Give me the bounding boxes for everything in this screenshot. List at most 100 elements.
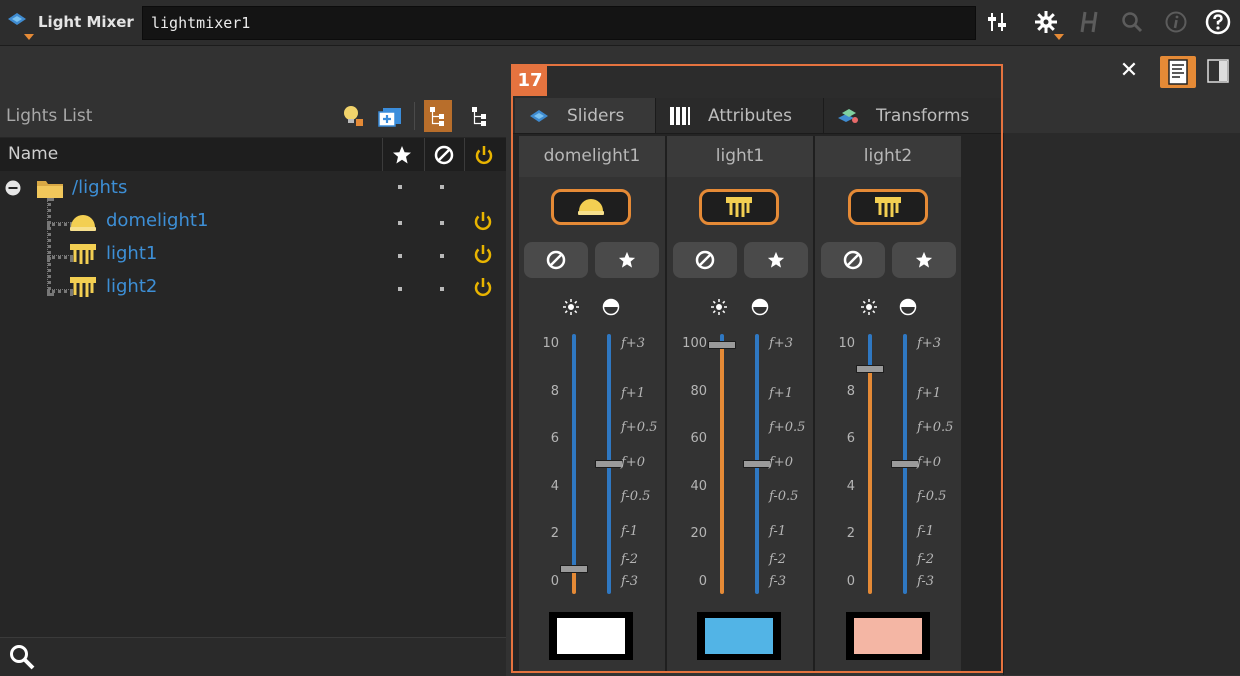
exposure-slider-handle[interactable] <box>743 460 771 468</box>
color-swatch-button[interactable] <box>549 612 633 660</box>
collapse-toggle-icon[interactable] <box>5 180 21 200</box>
gear-icon[interactable] <box>1032 8 1060 36</box>
solo-button[interactable] <box>595 242 659 278</box>
tree-label-domelight1[interactable]: domelight1 <box>106 210 208 231</box>
intensity-slider-fill[interactable] <box>868 367 872 594</box>
intensity-slider-handle[interactable] <box>560 564 588 573</box>
tab-label: Sliders <box>567 105 625 126</box>
solo-dot[interactable] <box>398 185 402 189</box>
exposure-tick-label: f-2 <box>917 552 935 567</box>
exposure-icon <box>898 297 918 317</box>
parameters-icon[interactable] <box>984 8 1012 36</box>
tab-attributes[interactable]: Attributes <box>655 98 823 133</box>
column-name[interactable]: Name <box>8 144 58 164</box>
sliders-tab-icon <box>527 105 551 127</box>
exposure-tick-label: f-3 <box>621 574 639 589</box>
intensity-sun-icon <box>859 297 879 317</box>
solo-button[interactable] <box>892 242 956 278</box>
tree-label-light1[interactable]: light1 <box>106 243 157 264</box>
column-separator <box>382 138 383 171</box>
mute-button[interactable] <box>821 242 885 278</box>
light-select-button[interactable] <box>551 189 631 225</box>
layout-stacked-icon[interactable] <box>1160 56 1196 88</box>
exposure-slider-handle[interactable] <box>595 460 623 468</box>
flat-view-icon[interactable] <box>466 100 494 132</box>
search-help-icon[interactable] <box>1118 8 1146 36</box>
search-icon[interactable] <box>8 643 36 671</box>
intensity-tick-label: 8 <box>846 383 855 399</box>
light-select-button[interactable] <box>848 189 928 225</box>
color-swatch-button[interactable] <box>697 612 781 660</box>
exposure-tick-label: f+3 <box>917 336 941 351</box>
add-light-icon[interactable] <box>338 100 366 132</box>
area-light-icon <box>726 197 752 217</box>
hierarchy-view-icon[interactable] <box>424 100 452 132</box>
help-question-icon[interactable] <box>1204 8 1232 36</box>
tab-transforms[interactable]: Transforms <box>823 98 1001 133</box>
mute-button[interactable] <box>524 242 588 278</box>
star-icon <box>618 251 636 268</box>
strip-name[interactable]: light2 <box>815 136 961 177</box>
layout-split-icon[interactable] <box>1206 58 1230 84</box>
empty-pane <box>1003 133 1240 675</box>
power-icon[interactable] <box>472 243 494 265</box>
intensity-slider-handle[interactable] <box>856 364 884 373</box>
strip-name[interactable]: light1 <box>667 136 813 177</box>
exposure-slider-handle[interactable] <box>891 460 919 468</box>
intensity-slider-track[interactable] <box>572 334 576 568</box>
solo-dot[interactable] <box>398 287 402 291</box>
gear-menu-caret-icon[interactable] <box>1054 34 1064 40</box>
power-icon[interactable] <box>472 210 494 232</box>
mute-dot[interactable] <box>440 287 444 291</box>
mute-button[interactable] <box>673 242 737 278</box>
intensity-slider-fill[interactable] <box>720 344 724 594</box>
exposure-tick-label: f-1 <box>621 524 639 539</box>
strip-name[interactable]: domelight1 <box>519 136 665 177</box>
tree-label-light2[interactable]: light2 <box>106 276 157 297</box>
info-icon[interactable] <box>1162 8 1190 36</box>
intensity-tick-label: 0 <box>846 574 855 589</box>
help-h-icon[interactable] <box>1076 8 1104 36</box>
exposure-tick-label: f-2 <box>621 552 639 567</box>
star-icon <box>767 251 785 268</box>
exposure-tick-label: f+3 <box>769 336 793 351</box>
column-enable-power-icon[interactable] <box>466 142 502 168</box>
exposure-icon <box>750 297 770 317</box>
solo-button[interactable] <box>744 242 808 278</box>
exposure-tick-label: f+0.5 <box>769 420 806 435</box>
intensity-tick-label: 8 <box>550 383 559 399</box>
add-to-list-icon[interactable] <box>376 100 404 132</box>
column-mute-icon[interactable] <box>426 142 462 168</box>
mute-icon <box>546 250 566 270</box>
tab-sliders[interactable]: Sliders <box>515 98 655 133</box>
solo-dot[interactable] <box>398 254 402 258</box>
mute-dot[interactable] <box>440 221 444 225</box>
intensity-tick-label: 100 <box>682 336 707 351</box>
mute-dot[interactable] <box>440 254 444 258</box>
mute-icon <box>695 250 715 270</box>
light-mixer-icon[interactable] <box>6 10 28 28</box>
intensity-tick-label: 40 <box>690 478 707 494</box>
intensity-slider-handle[interactable] <box>708 341 736 349</box>
mute-dot[interactable] <box>440 185 444 189</box>
exposure-tick-label: f+1 <box>769 386 793 401</box>
power-icon[interactable] <box>472 276 494 298</box>
color-swatch-button[interactable] <box>846 612 930 660</box>
light-select-button[interactable] <box>699 189 779 225</box>
exposure-tick-label: f-2 <box>769 552 787 567</box>
intensity-sun-icon <box>561 297 581 317</box>
node-path-field[interactable]: lightmixer1 <box>142 6 976 40</box>
intensity-tick-label: 0 <box>550 574 559 589</box>
close-icon[interactable]: ✕ <box>1116 58 1142 84</box>
intensity-slider-track[interactable] <box>868 334 872 368</box>
intensity-tick-label: 4 <box>550 478 559 494</box>
app-menu-caret-icon[interactable] <box>24 34 34 40</box>
exposure-tick-label: f-0.5 <box>917 489 947 504</box>
transform-icon <box>836 105 860 127</box>
search-bar[interactable] <box>0 637 506 676</box>
solo-dot[interactable] <box>398 221 402 225</box>
intensity-tick-label: 60 <box>690 431 707 447</box>
intensity-tick-label: 10 <box>838 336 855 351</box>
column-solo-star-icon[interactable] <box>384 142 420 168</box>
tree-label-lights[interactable]: /lights <box>72 177 127 198</box>
